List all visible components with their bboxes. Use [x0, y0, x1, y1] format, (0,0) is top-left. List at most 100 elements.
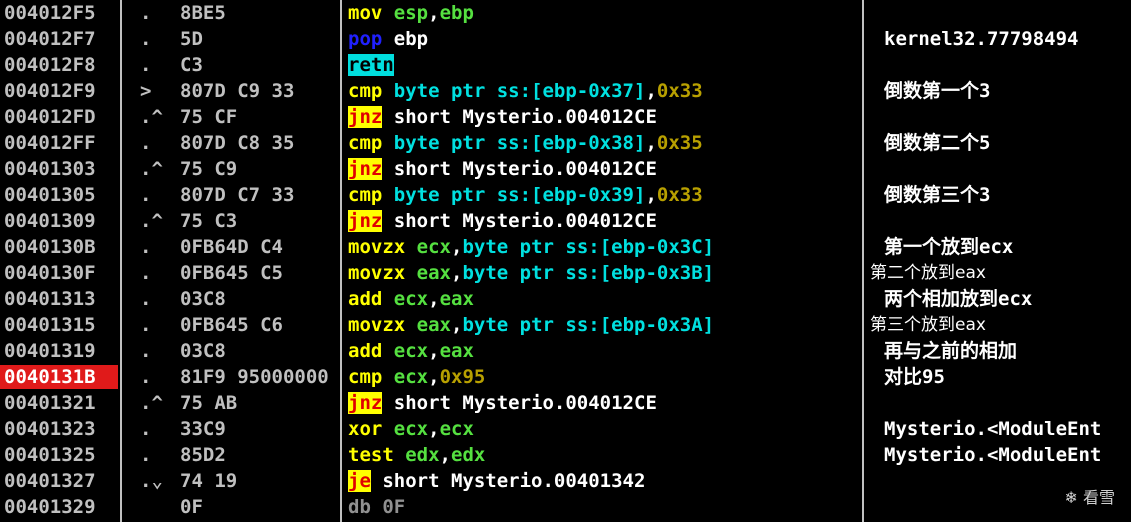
address-cell[interactable]: 00401321 [0, 391, 118, 415]
disassembly-cell[interactable]: xor ecx,ecx [348, 416, 860, 442]
address-cell[interactable]: 00401323 [0, 417, 118, 441]
instruction-row[interactable]: 00401321 .^ 75 AB jnz short Mysterio.004012… [0, 390, 1131, 416]
operand: eax [416, 314, 451, 336]
instruction-row[interactable]: 00401303 .^ 75 C9 jnz short Mysterio.004012… [0, 156, 1131, 182]
mnemonic: test [348, 444, 394, 466]
hex-dump-cell[interactable]: 81F9 95000000 [180, 364, 340, 390]
address-cell[interactable]: 00401305 [0, 183, 118, 207]
operand: 0x95 [439, 366, 486, 388]
hex-dump-cell[interactable]: 807D C7 33 [180, 182, 340, 208]
comment-cell[interactable]: 倒数第一个3 [870, 78, 1131, 104]
address-cell[interactable]: 0040131B [0, 365, 118, 389]
operand: byte ptr ss:[ebp-0x3A] [462, 314, 715, 336]
disassembly-cell[interactable]: pop ebp [348, 26, 860, 52]
instruction-row[interactable]: 00401327 .⌄ 74 19 je short Mysterio.0040134… [0, 468, 1131, 494]
hex-dump-cell[interactable]: 75 AB [180, 390, 340, 416]
comment-cell[interactable]: 第二个放到eax [870, 260, 1130, 286]
disassembly-cell[interactable]: add ecx,eax [348, 338, 860, 364]
hex-dump-cell[interactable]: 0FB645 C5 [180, 260, 340, 286]
comment-cell[interactable]: Mysterio.<ModuleEnt [870, 416, 1131, 442]
comment-cell[interactable]: 倒数第三个3 [870, 182, 1131, 208]
hex-dump-cell[interactable]: 74 19 [180, 468, 340, 494]
address-cell[interactable]: 004012F8 [0, 53, 118, 77]
disassembly-cell[interactable]: mov esp,ebp [348, 0, 860, 26]
disassembly-cell[interactable]: retn [348, 52, 860, 78]
instruction-row[interactable]: 00401305. 807D C7 33 cmp byte ptr ss:[ebp-… [0, 182, 1131, 208]
instruction-row[interactable]: 00401319. 03C8 add ecx,eax 再与之前的相加 [0, 338, 1131, 364]
address-cell[interactable]: 00401319 [0, 339, 118, 363]
instruction-row[interactable]: 0040130F. 0FB645 C5 movzx eax,byte ptr ss:… [0, 260, 1131, 286]
address-cell[interactable]: 0040130B [0, 235, 118, 259]
address-cell[interactable]: 004012F5 [0, 1, 118, 25]
disassembly-cell[interactable]: movzx eax,byte ptr ss:[ebp-0x3A] [348, 312, 860, 338]
instruction-row[interactable]: 00401329 0F db 0F [0, 494, 1131, 520]
hex-dump-cell[interactable]: 5D [180, 26, 340, 52]
instruction-row[interactable]: 004012FD .^ 75 CF jnz short Mysterio.004012… [0, 104, 1131, 130]
comment-cell[interactable]: kernel32.77798494 [870, 26, 1131, 52]
hex-dump-cell[interactable]: 33C9 [180, 416, 340, 442]
hex-dump-cell[interactable]: 03C8 [180, 286, 340, 312]
disassembly-cell[interactable]: je short Mysterio.00401342 [348, 468, 860, 494]
address-cell[interactable]: 00401329 [0, 495, 118, 519]
disassembly-cell[interactable]: test edx,edx [348, 442, 860, 468]
disassembly-cell[interactable]: cmp byte ptr ss:[ebp-0x38],0x35 [348, 130, 860, 156]
hex-dump-cell[interactable]: 0F [180, 494, 340, 520]
disassembly-cell[interactable]: jnz short Mysterio.004012CE [348, 390, 860, 416]
hex-dump-cell[interactable]: 75 C3 [180, 208, 340, 234]
comment-cell[interactable]: 再与之前的相加 [870, 338, 1131, 364]
hex-dump-cell[interactable]: 807D C8 35 [180, 130, 340, 156]
operand: byte ptr ss:[ebp-0x3C] [462, 236, 715, 258]
hex-dump-cell[interactable]: 75 C9 [180, 156, 340, 182]
instruction-row[interactable]: 0040130B. 0FB64D C4 movzx ecx,byte ptr ss:… [0, 234, 1131, 260]
disassembly-cell[interactable]: cmp byte ptr ss:[ebp-0x37],0x33 [348, 78, 860, 104]
jump-marker: . [140, 340, 152, 362]
disassembly-cell[interactable]: jnz short Mysterio.004012CE [348, 104, 860, 130]
address-cell[interactable]: 004012F9 [0, 79, 118, 103]
instruction-row[interactable]: 004012FF. 807D C8 35 cmp byte ptr ss:[ebp-… [0, 130, 1131, 156]
disassembly-cell[interactable]: cmp ecx,0x95 [348, 364, 860, 390]
disassembly-cell[interactable]: jnz short Mysterio.004012CE [348, 208, 860, 234]
hex-dump-cell[interactable]: 03C8 [180, 338, 340, 364]
instruction-row[interactable]: 0040131B. 81F9 95000000 cmp ecx,0x95 对比95 [0, 364, 1131, 390]
address-cell[interactable]: 00401315 [0, 313, 118, 337]
comment-cell[interactable]: 对比95 [870, 364, 1131, 390]
address-cell[interactable]: 00401313 [0, 287, 118, 311]
address-cell[interactable]: 004012FF [0, 131, 118, 155]
disassembly-cell[interactable]: movzx ecx,byte ptr ss:[ebp-0x3C] [348, 234, 860, 260]
jump-marker: > [140, 80, 152, 102]
address-cell[interactable]: 00401309 [0, 209, 118, 233]
comment-cell[interactable]: Mysterio.<ModuleEnt [870, 442, 1131, 468]
comment-cell[interactable]: 倒数第二个5 [870, 130, 1131, 156]
address-cell[interactable]: 004012F7 [0, 27, 118, 51]
comment-cell[interactable]: 两个相加放到ecx [870, 286, 1131, 312]
disassembly-cell[interactable]: add ecx,eax [348, 286, 860, 312]
address-cell[interactable]: 0040130F [0, 261, 118, 285]
disassembly-cell[interactable]: jnz short Mysterio.004012CE [348, 156, 860, 182]
instruction-row[interactable]: 00401315. 0FB645 C6 movzx eax,byte ptr ss:… [0, 312, 1131, 338]
instruction-row[interactable]: 00401325. 85D2 test edx,edx Mysterio.<Modul… [0, 442, 1131, 468]
hex-dump-cell[interactable]: C3 [180, 52, 340, 78]
hex-dump-cell[interactable]: 8BE5 [180, 0, 340, 26]
address-cell[interactable]: 00401325 [0, 443, 118, 467]
address-cell[interactable]: 00401303 [0, 157, 118, 181]
instruction-row[interactable]: 004012F7. 5D pop ebp kernel32.77798494 [0, 26, 1131, 52]
instruction-row[interactable]: 00401323. 33C9 xor ecx,ecx Mysterio.<Module… [0, 416, 1131, 442]
hex-dump-cell[interactable]: 85D2 [180, 442, 340, 468]
hex-dump-cell[interactable]: 807D C9 33 [180, 78, 340, 104]
comment-cell[interactable]: 第一个放到ecx [870, 234, 1131, 260]
instruction-row[interactable]: 004012F9 >807D C9 33 cmp byte ptr ss:[ebp-… [0, 78, 1131, 104]
instruction-row[interactable]: 004012F8. C3 retn [0, 52, 1131, 78]
operand: 0x33 [656, 184, 703, 206]
address-cell[interactable]: 00401327 [0, 469, 118, 493]
instruction-row[interactable]: 00401309 .^ 75 C3 jnz short Mysterio.004012… [0, 208, 1131, 234]
comment-cell[interactable]: 第三个放到eax [870, 312, 1130, 338]
hex-dump-cell[interactable]: 0FB645 C6 [180, 312, 340, 338]
instruction-row[interactable]: 004012F5. 8BE5 mov esp,ebp [0, 0, 1131, 26]
instruction-row[interactable]: 00401313. 03C8 add ecx,eax 两个相加放到ecx [0, 286, 1131, 312]
hex-dump-cell[interactable]: 0FB64D C4 [180, 234, 340, 260]
disassembly-cell[interactable]: cmp byte ptr ss:[ebp-0x39],0x33 [348, 182, 860, 208]
disassembly-cell[interactable]: db 0F [348, 494, 860, 520]
address-cell[interactable]: 004012FD [0, 105, 118, 129]
disassembly-cell[interactable]: movzx eax,byte ptr ss:[ebp-0x3B] [348, 260, 860, 286]
hex-dump-cell[interactable]: 75 CF [180, 104, 340, 130]
